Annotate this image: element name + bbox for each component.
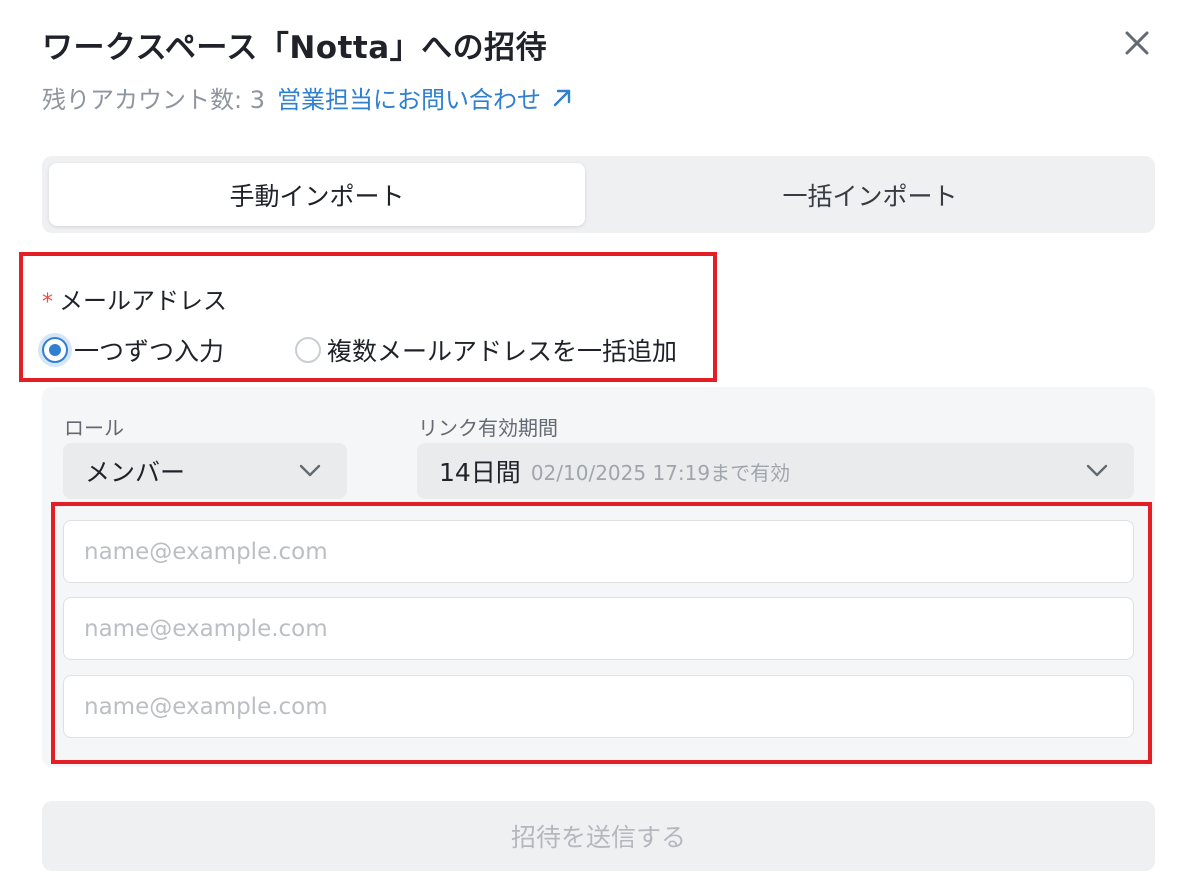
radio-bulk-add[interactable]: 複数メールアドレスを一括追加	[295, 332, 677, 368]
invite-dialog: ワークスペース「Notta」への招待 残りアカウント数: 3 営業担当にお問い合…	[0, 0, 1198, 891]
close-icon[interactable]	[1118, 24, 1156, 62]
import-tabs: 手動インポート 一括インポート	[42, 156, 1155, 233]
link-validity-select[interactable]: 14日間 02/10/2025 17:19まで有効	[417, 443, 1134, 499]
role-label: ロール	[64, 416, 124, 440]
role-select[interactable]: メンバー	[63, 443, 347, 499]
radio-label-bulk-add[interactable]: 複数メールアドレスを一括追加	[327, 332, 677, 368]
link-validity-value[interactable]: 14日間	[439, 453, 521, 489]
email-input-3[interactable]	[63, 675, 1134, 738]
close-button[interactable]	[1118, 24, 1156, 62]
radio-one-by-one[interactable]: 一つずつ入力	[42, 332, 224, 368]
radio-button-unchecked[interactable]	[295, 337, 321, 363]
email-input-1[interactable]	[63, 520, 1134, 583]
tab-manual-import[interactable]: 手動インポート	[49, 163, 585, 226]
link-validity-label: リンク有効期間	[418, 416, 558, 440]
tab-bulk-import[interactable]: 一括インポート	[592, 163, 1148, 226]
remaining-accounts: 残りアカウント数: 3	[42, 86, 265, 114]
contact-sales-label[interactable]: 営業担当にお問い合わせ	[277, 80, 541, 115]
chevron-down-icon[interactable]	[1086, 464, 1108, 478]
dialog-title: ワークスペース「Notta」への招待	[42, 30, 548, 66]
send-invite-button[interactable]: 招待を送信する	[42, 801, 1155, 871]
email-label-text: メールアドレス	[59, 287, 227, 315]
email-input-2[interactable]	[63, 597, 1134, 660]
email-field-label: * メールアドレス	[42, 281, 227, 316]
radio-button-checked[interactable]	[42, 337, 68, 363]
contact-sales-link[interactable]: 営業担当にお問い合わせ	[277, 80, 573, 115]
radio-label-one-by-one[interactable]: 一つずつ入力	[74, 332, 224, 368]
external-link-icon[interactable]	[551, 87, 573, 109]
link-expiry-hint: 02/10/2025 17:19まで有効	[530, 460, 791, 485]
required-mark: *	[42, 290, 53, 315]
role-value[interactable]: メンバー	[85, 453, 185, 489]
chevron-down-icon[interactable]	[299, 464, 321, 478]
account-info: 残りアカウント数: 3 営業担当にお問い合わせ	[42, 80, 573, 115]
